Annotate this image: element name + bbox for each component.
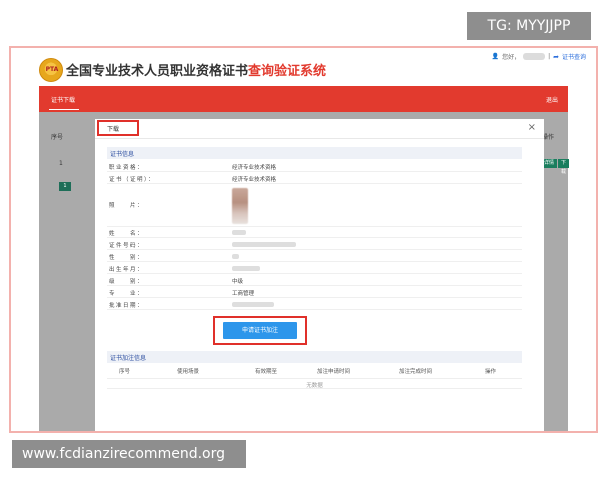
th-complete-time: 加注完成时间 (399, 369, 433, 375)
user-icon: 👤 (491, 53, 500, 60)
section-annotation: 证书加注信息 (107, 351, 522, 363)
info-label: 批准日期： (109, 303, 145, 309)
id-number-blurred (232, 242, 296, 247)
apply-button-highlight: 申请证书加注 (213, 316, 307, 345)
info-row-approval-date: 批准日期： (107, 299, 522, 310)
user-area: 👤 您好， | ➦ 证书查询 (491, 52, 586, 62)
section-cert-info-label: 证书信息 (110, 151, 135, 158)
annotation-table-header: 序号 使用场景 有效期至 加注申请时间 加注完成时间 操作 (107, 366, 522, 376)
th-operation: 操作 (485, 369, 497, 375)
greeting-text: 您好， (502, 54, 521, 61)
cert-query-link[interactable]: 证书查询 (562, 52, 586, 61)
modal-divider (95, 138, 544, 139)
info-row-photo: 照 片： (107, 185, 522, 227)
info-value: 经济专业技术资格 (232, 177, 277, 183)
info-value: 经济专业技术资格 (232, 165, 277, 171)
gender-blurred (232, 254, 239, 259)
th-scenario: 使用场景 (177, 369, 200, 375)
info-label: 证书（证明）： (109, 177, 156, 183)
bg-page-button[interactable]: 1 (59, 182, 71, 191)
info-value: 工商管理 (232, 291, 255, 297)
screenshot-frame: PTA 全国专业技术人员职业资格证书查询验证系统 👤 您好， | ➦ 证书查询 … (9, 46, 598, 433)
info-row-certificate: 证书（证明）： 经济专业技术资格 (107, 173, 522, 184)
tab-underline (49, 108, 79, 110)
bg-col-seq: 序号 (51, 134, 64, 141)
exit-link[interactable]: 退出 (546, 95, 558, 104)
close-icon[interactable]: × (528, 122, 536, 133)
nav-bar: 证书下载 退出 (39, 86, 568, 112)
info-label: 专 业： (109, 291, 145, 297)
info-label: 级 别： (109, 279, 145, 285)
info-row-qualification: 职业资格： 经济专业技术资格 (107, 161, 522, 172)
info-row-major: 专 业： 工商管理 (107, 287, 522, 298)
approval-date-blurred (232, 302, 274, 307)
site-title-main: 全国专业技术人员职业资格证书 (66, 64, 249, 79)
share-arrow-icon[interactable]: ➦ (553, 53, 559, 61)
info-row-id-number: 证件号码： (107, 239, 522, 250)
logo-text: PTA (45, 66, 59, 73)
info-label: 证件号码： (109, 243, 145, 249)
th-valid-until: 有效期至 (255, 369, 278, 375)
username-blurred (523, 53, 546, 60)
name-blurred (232, 230, 246, 235)
info-row-birth: 出生年月： (107, 263, 522, 274)
watermark-top: TG: MYYJJPP (467, 12, 591, 40)
divider: | (548, 53, 551, 60)
site-header: PTA 全国专业技术人员职业资格证书查询验证系统 👤 您好， | ➦ 证书查询 (11, 48, 596, 86)
info-row-level: 级 别： 中级 (107, 275, 522, 286)
site-title: 全国专业技术人员职业资格证书查询验证系统 (66, 60, 326, 79)
tab-cert-download[interactable]: 证书下载 (51, 95, 75, 104)
info-row-gender: 性 别： (107, 251, 522, 262)
download-modal: 下载 × 证书信息 职业资格： 经济专业技术资格 证书（证明）： 经济专业技术资… (95, 119, 544, 431)
apply-annotation-button[interactable]: 申请证书加注 (223, 322, 297, 339)
bg-download-button[interactable]: 下载 (558, 159, 570, 175)
th-seq: 序号 (119, 369, 131, 375)
empty-text: 无数据 (306, 383, 323, 389)
info-label: 姓 名： (109, 231, 145, 237)
modal-title-highlight: 下载 (97, 120, 139, 136)
info-row-name: 姓 名： (107, 227, 522, 238)
info-label: 出生年月： (109, 267, 145, 273)
annotation-table-empty: 无数据 (107, 378, 522, 389)
site-title-accent: 查询验证系统 (248, 64, 327, 79)
info-label: 性 别： (109, 255, 145, 261)
bg-row-one: 1 (59, 160, 63, 167)
info-value: 中级 (232, 279, 244, 285)
section-cert-info: 证书信息 (107, 147, 522, 159)
section-annotation-label: 证书加注信息 (110, 355, 147, 362)
watermark-bottom: www.fcdianzirecommend.org (12, 440, 246, 468)
info-label: 职业资格： (109, 165, 145, 171)
th-apply-time: 加注申请时间 (317, 369, 351, 375)
info-label: 照 片： (109, 203, 145, 209)
photo-blurred (232, 188, 248, 224)
pta-logo-icon: PTA (39, 58, 63, 82)
modal-title: 下载 (107, 126, 120, 133)
birth-blurred (232, 266, 260, 271)
